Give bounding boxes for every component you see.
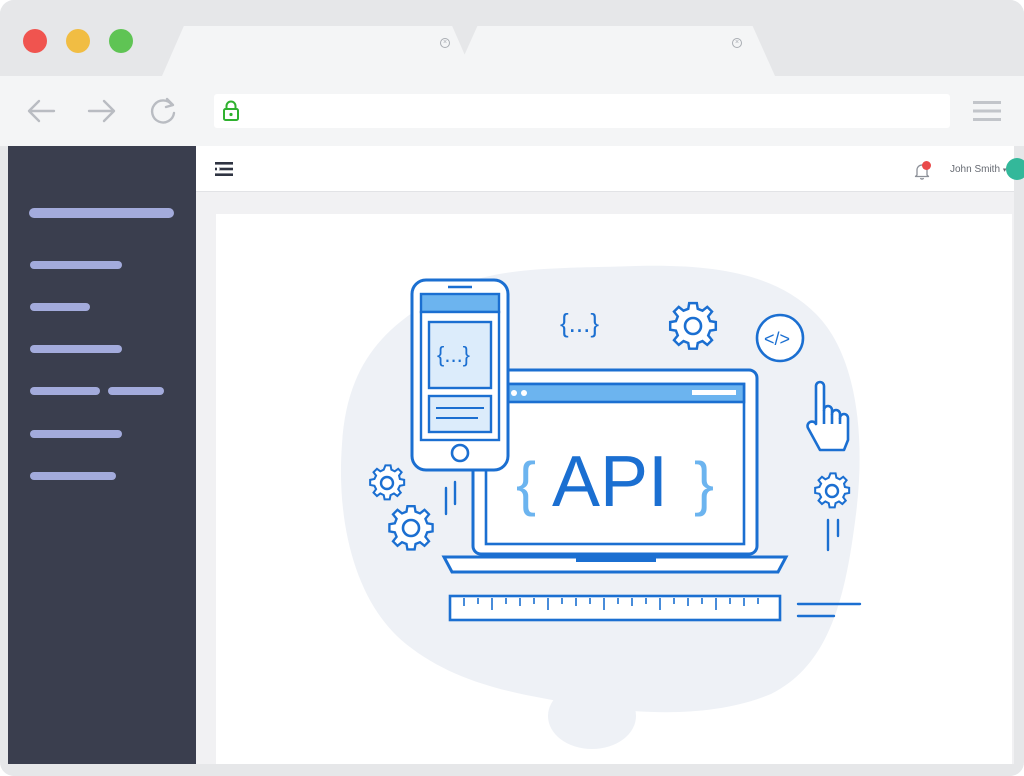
browser-tab-1[interactable]: × [162,26,474,76]
close-window-button[interactable] [23,29,47,53]
minimize-window-button[interactable] [66,29,90,53]
back-arrow-icon[interactable] [24,94,58,128]
sidebar-item-5b[interactable] [108,387,164,395]
browser-window: × × John Smith ▾ {API} {...} {...} </> [0,0,1024,776]
menu-icon[interactable] [972,98,1002,124]
window-bottom-border [0,764,1024,776]
sidebar-item-2[interactable] [30,261,122,269]
sidebar [8,146,196,764]
phone-code-label: {...} [437,342,470,367]
lock-icon [223,100,239,121]
gear-icon [668,301,718,350]
code-badge-label: </> [764,329,790,349]
api-brace-right: } [694,450,714,517]
tab-1-close-icon[interactable]: × [440,38,450,48]
browser-tab-2[interactable]: × [455,26,775,76]
api-illustration: { API } {...} {...} </> [340,265,862,749]
sidebar-item-4[interactable] [30,345,122,353]
sidebar-item-3[interactable] [30,303,90,311]
sidebar-toggle-icon[interactable] [215,162,233,176]
gear-icon-small-left-top [369,464,406,501]
sidebar-item-5a[interactable] [30,387,100,395]
sidebar-item-7[interactable] [30,472,116,480]
content-card: { API } {...} {...} </> [216,214,1012,764]
gear-icon-left-bottom [388,505,434,551]
tab-2-close-icon[interactable]: × [732,38,742,48]
reload-icon[interactable] [147,94,181,128]
user-menu[interactable]: John Smith ▾ [950,164,1006,175]
forward-arrow-icon[interactable] [85,94,119,128]
address-bar[interactable] [214,94,950,128]
smartphone-icon [410,278,510,472]
title-bar: × × [0,0,1024,76]
ruler-icon [448,594,782,622]
gear-icon-right [814,472,851,509]
avatar[interactable] [1006,158,1024,180]
sidebar-item-6[interactable] [30,430,122,438]
user-name: John Smith [950,164,1001,175]
browser-toolbar [0,76,1024,146]
maximize-window-button[interactable] [109,29,133,53]
floating-code-label: {...} [560,308,599,338]
api-brace-left: { [516,450,536,517]
background-blob-small [548,683,636,749]
notification-badge [922,161,931,170]
api-label: API [552,442,668,522]
sidebar-item-1[interactable] [29,208,174,218]
main-content: John Smith ▾ {API} {...} {...} </> [196,146,1024,764]
app-header: John Smith ▾ [196,146,1024,192]
